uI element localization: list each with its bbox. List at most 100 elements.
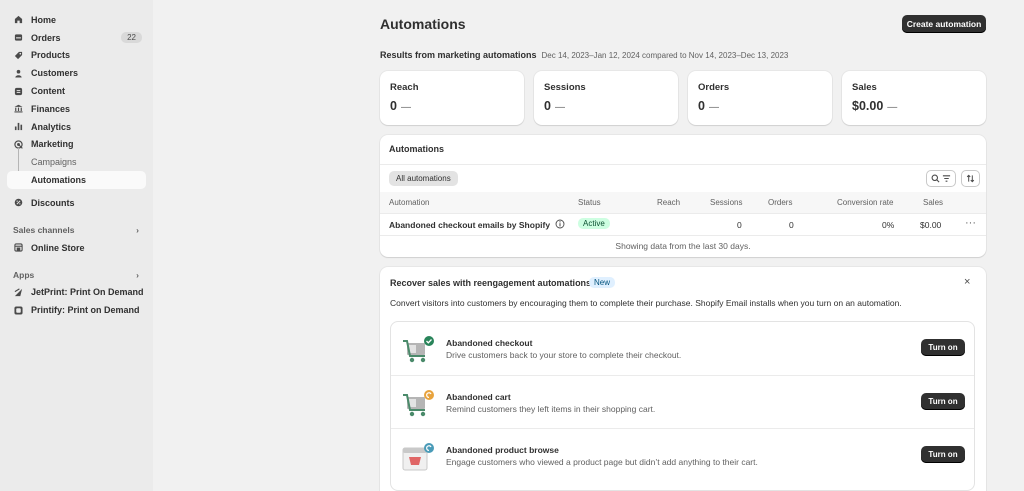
sidebar-item-label: Finances: [31, 103, 71, 114]
content-icon: [14, 87, 23, 96]
turn-on-abandoned-checkout-button[interactable]: Turn on: [921, 339, 965, 356]
tag-icon: [14, 51, 23, 60]
browser-refresh-illustration: [402, 443, 434, 471]
column-header-sessions: Sessions: [710, 198, 743, 207]
page-title: Automations: [380, 16, 466, 32]
sales-value: $0.00: [920, 220, 942, 230]
metric-card-orders[interactable]: Orders 0—: [688, 71, 832, 125]
sidebar: Home Orders 22 Products Customers Conten…: [0, 0, 153, 491]
card-title: Recover sales with reengagement automati…: [390, 278, 592, 288]
sidebar-item-label: Content: [31, 86, 65, 97]
sidebar-item-discounts[interactable]: Discounts: [7, 194, 146, 212]
list-item: Abandoned cart Remind customers they lef…: [391, 375, 974, 428]
table-header: Automation Status Reach Sessions Orders …: [380, 192, 986, 213]
orders-icon: [14, 33, 23, 42]
home-icon: [14, 15, 23, 24]
sidebar-item-label: Discounts: [31, 197, 75, 208]
results-header: Results from marketing automations Dec 14…: [380, 50, 788, 60]
reengagement-card: Recover sales with reengagement automati…: [380, 267, 986, 491]
metric-value: 0—: [698, 99, 719, 113]
sidebar-item-label: Printify: Print on Demand: [31, 305, 140, 316]
store-icon: [14, 243, 23, 252]
card-title: Automations: [389, 144, 444, 154]
filter-icon: [942, 175, 951, 182]
metric-value: $0.00—: [852, 99, 898, 113]
sidebar-item-finances[interactable]: Finances: [7, 100, 146, 118]
sessions-value: 0: [737, 220, 742, 230]
create-automation-button[interactable]: Create automation: [902, 15, 986, 33]
column-header-orders: Orders: [768, 198, 793, 207]
sidebar-item-label: JetPrint: Print On Demand: [31, 287, 144, 298]
sidebar-item-label: Orders: [31, 32, 61, 43]
metric-value: 0—: [544, 99, 565, 113]
sidebar-item-analytics[interactable]: Analytics: [7, 118, 146, 136]
more-actions-icon[interactable]: ···: [965, 217, 976, 229]
sidebar-item-online-store[interactable]: Online Store: [7, 239, 146, 257]
list-item: Abandoned product browse Engage customer…: [391, 428, 974, 481]
close-icon[interactable]: ×: [964, 276, 970, 288]
metric-card-reach[interactable]: Reach 0—: [380, 71, 524, 125]
metric-value: 0—: [390, 99, 411, 113]
apps-header[interactable]: Apps ›: [7, 267, 146, 284]
list-item: Abandoned checkout Drive customers back …: [391, 322, 974, 375]
sidebar-item-jetprint[interactable]: JetPrint: Print On Demand: [7, 284, 146, 302]
orders-count-badge: 22: [121, 31, 142, 43]
bar-chart-icon: [14, 122, 23, 131]
bank-icon: [14, 104, 23, 113]
sidebar-item-label: Automations: [31, 175, 86, 186]
sidebar-item-customers[interactable]: Customers: [7, 64, 146, 82]
results-label: Results from marketing automations: [380, 50, 537, 60]
metric-label: Orders: [698, 82, 730, 93]
suggestion-description: Remind customers they left items in thei…: [446, 404, 656, 414]
sidebar-item-orders[interactable]: Orders 22: [7, 29, 146, 47]
sidebar-item-label: Customers: [31, 68, 79, 79]
sidebar-item-campaigns[interactable]: Campaigns: [7, 153, 146, 171]
suggestion-description: Drive customers back to your store to co…: [446, 350, 682, 360]
chevron-right-icon: ›: [136, 225, 139, 236]
sidebar-item-label: Analytics: [31, 121, 72, 132]
status-badge: Active: [578, 218, 610, 229]
suggestion-title: Abandoned product browse: [446, 445, 559, 455]
suggestion-title: Abandoned cart: [446, 392, 511, 402]
data-period-note: Showing data from the last 30 days.: [615, 241, 751, 251]
date-range-text: Dec 14, 2023–Jan 12, 2024 compared to No…: [541, 51, 789, 60]
section-heading: Sales channels: [13, 225, 75, 236]
chevron-right-icon: ›: [136, 270, 139, 281]
metric-card-sessions[interactable]: Sessions 0—: [534, 71, 678, 125]
column-header-sales: Sales: [923, 198, 944, 207]
card-description: Convert visitors into customers by encou…: [390, 298, 902, 308]
sidebar-item-products[interactable]: Products: [7, 47, 146, 65]
conversion-value: 0%: [882, 220, 895, 230]
sort-button[interactable]: [961, 170, 980, 187]
cart-refresh-illustration: [403, 390, 434, 417]
printify-app-icon: [14, 306, 23, 315]
automation-suggestions-list: Abandoned checkout Drive customers back …: [390, 321, 975, 491]
metric-label: Reach: [390, 82, 419, 93]
sidebar-item-label: Products: [31, 50, 71, 61]
info-icon[interactable]: [555, 219, 565, 229]
sidebar-item-content[interactable]: Content: [7, 82, 146, 100]
sales-channels-header[interactable]: Sales channels ›: [7, 222, 146, 239]
person-icon: [14, 69, 23, 78]
metric-label: Sessions: [544, 82, 586, 93]
divider: [380, 235, 986, 236]
sidebar-item-label: Marketing: [31, 139, 74, 150]
metric-label: Sales: [852, 82, 877, 93]
metric-card-sales[interactable]: Sales $0.00—: [842, 71, 986, 125]
sidebar-item-printify[interactable]: Printify: Print on Demand: [7, 301, 146, 319]
tab-all-automations[interactable]: All automations: [389, 171, 458, 186]
automation-name[interactable]: Abandoned checkout emails by Shopify: [389, 220, 550, 230]
column-header-status: Status: [578, 198, 601, 207]
sidebar-item-label: Campaigns: [31, 157, 77, 168]
search-filter-button[interactable]: [926, 170, 956, 187]
sidebar-item-label: Home: [31, 14, 57, 25]
sidebar-item-home[interactable]: Home: [7, 11, 146, 29]
sidebar-item-automations[interactable]: Automations: [7, 171, 146, 189]
new-badge: New: [589, 277, 616, 288]
search-icon: [931, 174, 940, 183]
sort-arrows-icon: [966, 174, 975, 183]
turn-on-abandoned-cart-button[interactable]: Turn on: [921, 393, 965, 410]
turn-on-product-browse-button[interactable]: Turn on: [921, 446, 965, 463]
suggestion-description: Engage customers who viewed a product pa…: [446, 457, 758, 467]
sidebar-item-marketing[interactable]: Marketing: [7, 136, 146, 154]
